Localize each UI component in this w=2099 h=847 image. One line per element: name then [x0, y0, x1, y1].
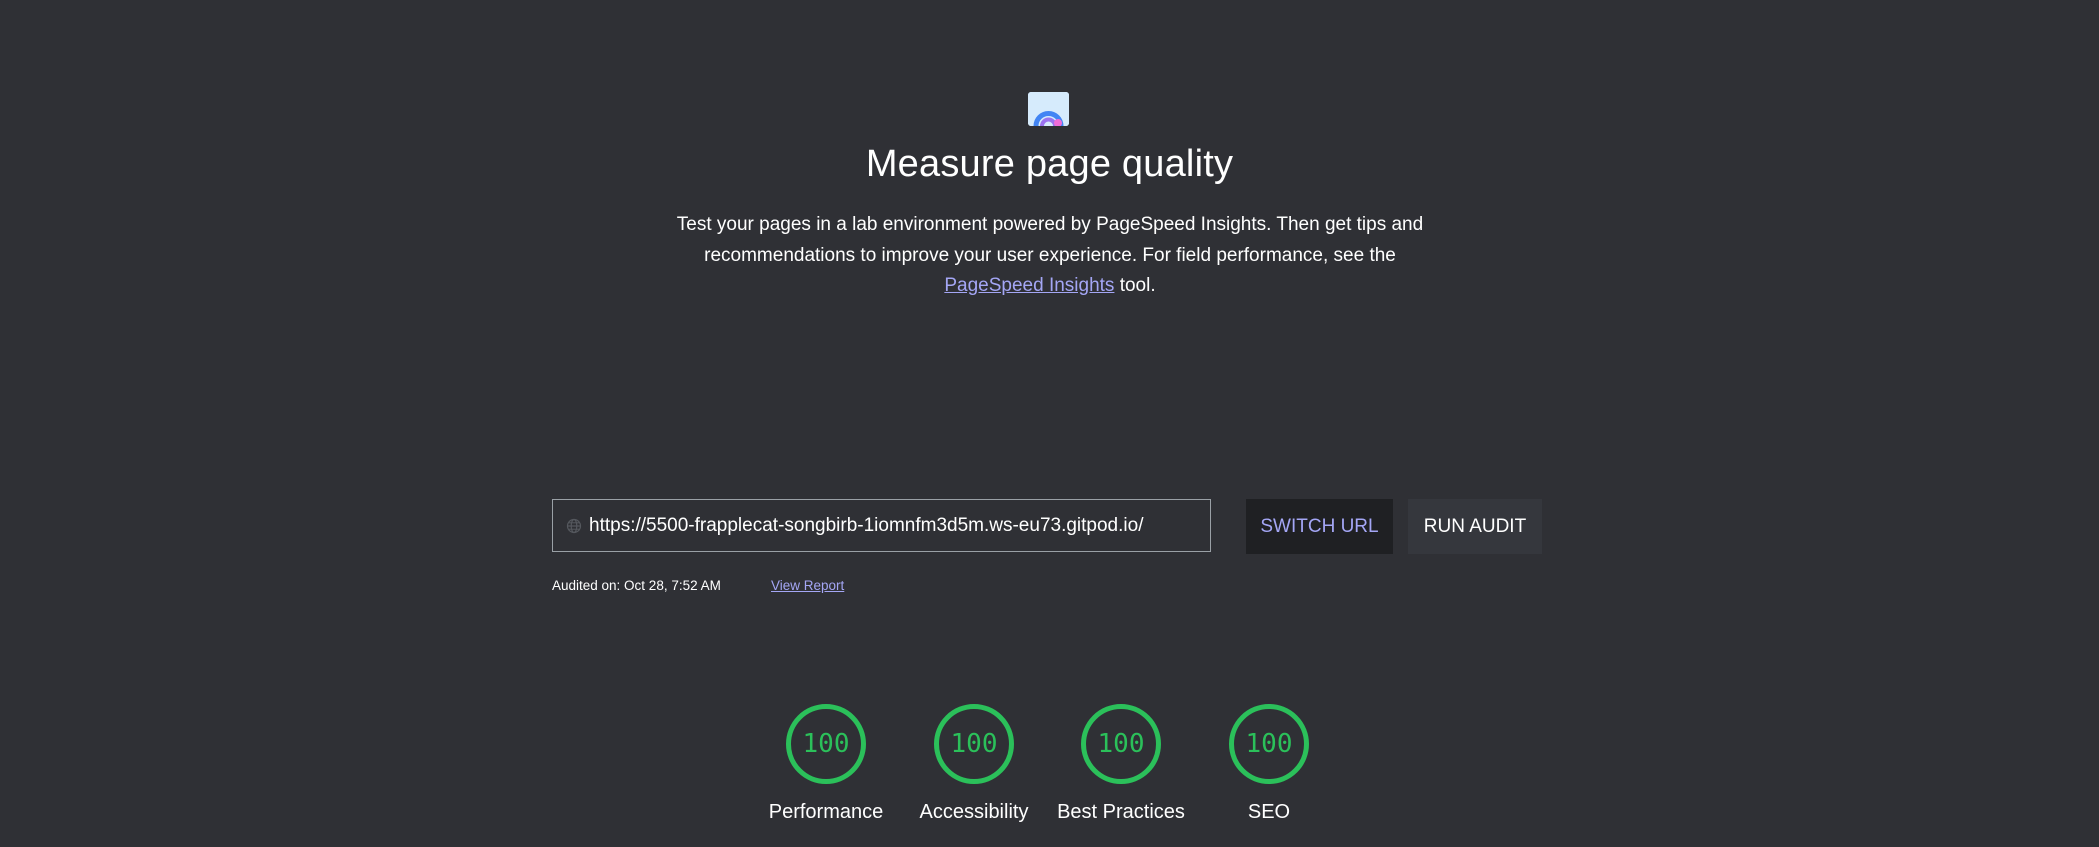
pagespeed-insights-link[interactable]: PageSpeed Insights: [944, 275, 1114, 296]
seo-label: SEO: [1247, 801, 1291, 823]
page-description: Test your pages in a lab environment pow…: [660, 210, 1440, 302]
globe-icon: [566, 518, 582, 534]
page-title: Measure page quality: [865, 143, 1234, 185]
description-text: Test your pages in a lab environment pow…: [676, 214, 1424, 266]
description-suffix: tool.: [1114, 275, 1156, 296]
lighthouse-panel: Measure page quality Test your pages in …: [0, 0, 2099, 847]
accessibility-gauge: 100: [934, 704, 1014, 784]
best-practices-gauge: 100: [1081, 704, 1161, 784]
switch-url-button[interactable]: SWITCH URL: [1246, 499, 1393, 554]
performance-gauge: 100: [786, 704, 866, 784]
lighthouse-gauge-icon: [1028, 92, 1069, 126]
view-report-link[interactable]: View Report: [771, 578, 844, 593]
score-seo[interactable]: 100 SEO: [1179, 704, 1359, 824]
audited-timestamp: Audited on: Oct 28, 7:52 AM: [552, 578, 721, 593]
run-audit-button[interactable]: RUN AUDIT: [1408, 499, 1542, 554]
url-input[interactable]: [589, 510, 1210, 541]
url-field[interactable]: [552, 499, 1211, 552]
seo-gauge: 100: [1229, 704, 1309, 784]
